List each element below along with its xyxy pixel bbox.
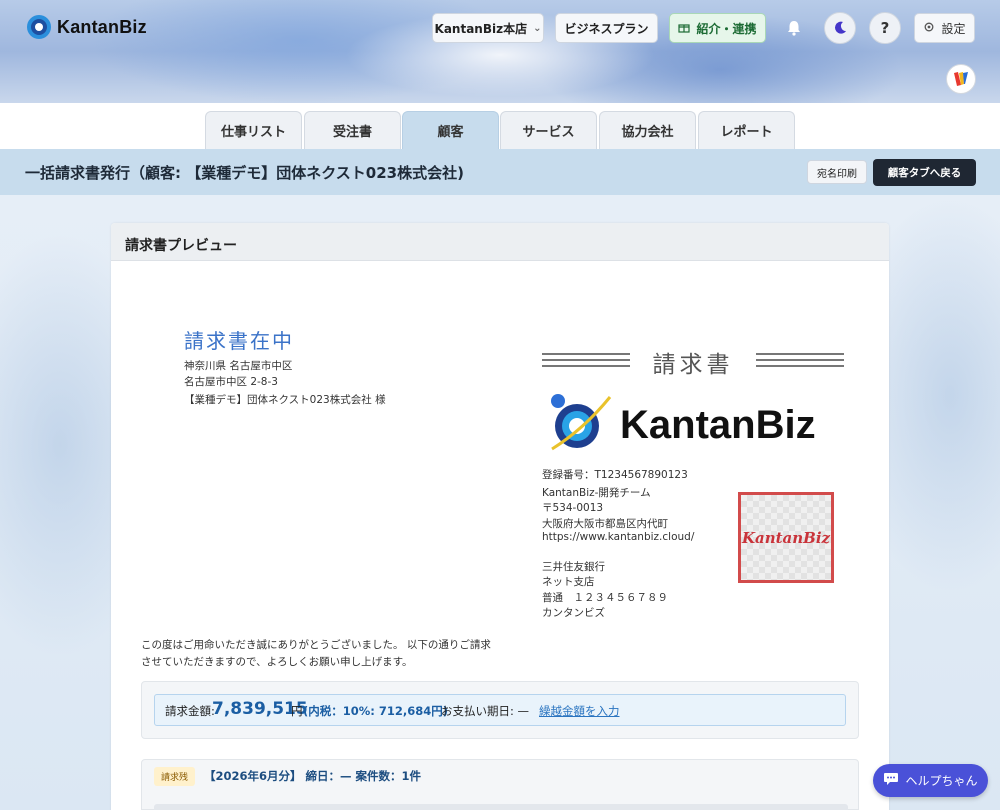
issuer-registration: 登録番号：T1234567890123 [542, 469, 688, 481]
tab-label: 受注書 [332, 125, 372, 140]
issuer-logo-text: KantanBiz [620, 403, 816, 447]
kantanbiz-logo-icon [551, 394, 612, 451]
address-print-button[interactable]: 宛名印刷 [807, 160, 867, 184]
period-table-header [154, 804, 848, 810]
kantanbiz-logo-icon [27, 15, 51, 39]
thanks-message-line1: この度はご用命いただき誠にありがとうございました。 以下の通りご請求 [141, 639, 491, 651]
bank-account: 普通 １２３４５６７８９ [542, 592, 668, 604]
payment-due: お支払い期日: — [441, 704, 530, 718]
logo-text: KantanBiz [57, 16, 147, 37]
tab-partners[interactable]: 協力会社 [599, 111, 696, 149]
gear-icon [923, 21, 935, 36]
carryover-amount-link[interactable]: 繰越金額を入力 [539, 703, 620, 719]
referral-button[interactable]: 紹介・連携 [669, 13, 766, 43]
bank-branch: ネット支店 [542, 576, 595, 588]
section-title: 請求書プレビュー [125, 238, 237, 254]
issuer-logo: KantanBiz [544, 389, 844, 459]
tax-included: (内税：10%: 712,684円) [303, 704, 449, 718]
referral-label: 紹介・連携 [696, 21, 757, 36]
tab-orders[interactable]: 受注書 [304, 111, 401, 149]
bank-account-name: カンタンビズ [542, 607, 605, 619]
billing-period-text: 【2026年6月分】 締日：— 案件数：1件 [204, 769, 422, 783]
help-icon-glyph: ? [880, 19, 890, 37]
settings-button[interactable]: 設定 [914, 13, 975, 43]
status-badge: 請求残 [154, 767, 196, 786]
back-to-customers-button[interactable]: 顧客タブへ戻る [873, 159, 976, 186]
issuer-team: KantanBiz-開発チーム [542, 487, 651, 499]
amount-label: 請求金額: [165, 704, 215, 718]
bank-name: 三井住友銀行 [542, 561, 605, 573]
moon-icon[interactable] [824, 12, 856, 44]
tab-customers[interactable]: 顧客 [402, 111, 499, 149]
invoice-heading-text: 請求書 [652, 352, 734, 378]
page-title: 一括請求書発行（顧客: 【業種デモ】団体ネクスト023株式会社) [25, 164, 464, 182]
tab-label: 協力会社 [621, 125, 674, 140]
app-logo[interactable]: KantanBiz [27, 15, 147, 39]
billing-period-section: 請求残 【2026年6月分】 締日：— 案件数：1件 [141, 759, 859, 810]
bell-icon[interactable] [778, 12, 810, 44]
envelope-title: 請求書在中 [184, 329, 294, 353]
tab-label: 仕事リスト [220, 125, 286, 140]
back-to-customers-label: 顧客タブへ戻る [887, 167, 962, 179]
tab-job-list[interactable]: 仕事リスト [205, 111, 302, 149]
issuer-address: 大阪府大阪市都島区内代町 [542, 518, 668, 530]
issuer-url: https://www.kantanbiz.cloud/ [542, 531, 695, 543]
thanks-message-line2: させていただきますので、よろしくお願い申し上げます。 [141, 656, 413, 668]
app-switcher-icon[interactable] [946, 64, 976, 94]
tab-label: サービス [522, 125, 575, 140]
store-selector-label: KantanBiz本店 [434, 21, 528, 36]
business-plan-label: ビジネスプラン [564, 21, 649, 36]
recipient-name: 【業種デモ】団体ネクスト023株式会社 様 [184, 394, 386, 406]
invoice-heading: 請求書 [542, 345, 844, 378]
card-header: 請求書プレビュー [111, 223, 889, 261]
business-plan-button[interactable]: ビジネスプラン [555, 13, 658, 43]
recipient-address-line1: 神奈川県 名古屋市中区 [184, 360, 293, 372]
tab-label: レポート [720, 125, 773, 140]
tab-services[interactable]: サービス [500, 111, 597, 149]
issuer-postal: 〒534-0013 [542, 502, 604, 514]
settings-label: 設定 [941, 21, 966, 36]
company-seal-stamp: KantanBiz [738, 492, 834, 583]
recipient-address-line2: 名古屋市中区 2-8-3 [184, 376, 278, 388]
main-tab-bar: 仕事リスト 受注書 顧客 サービス 協力会社 レポート [0, 103, 1000, 149]
help-icon[interactable]: ? [869, 12, 901, 44]
store-selector[interactable]: KantanBiz本店 ⌄ [432, 13, 544, 43]
help-chat-button[interactable]: ヘルプちゃん [873, 764, 988, 797]
gift-icon [678, 21, 691, 36]
chevron-down-icon: ⌄ [533, 22, 542, 34]
help-chat-label: ヘルプちゃん [905, 774, 978, 788]
tab-label: 顧客 [437, 125, 464, 140]
tab-reports[interactable]: レポート [698, 111, 795, 149]
address-print-label: 宛名印刷 [817, 168, 857, 180]
app-header: KantanBiz KantanBiz本店 ⌄ ビジネスプラン 紹介・連携 ? … [0, 0, 1000, 103]
chat-bubble-icon [883, 772, 899, 789]
seal-text: KantanBiz [741, 528, 831, 547]
amount-unit: 円 [291, 704, 303, 718]
